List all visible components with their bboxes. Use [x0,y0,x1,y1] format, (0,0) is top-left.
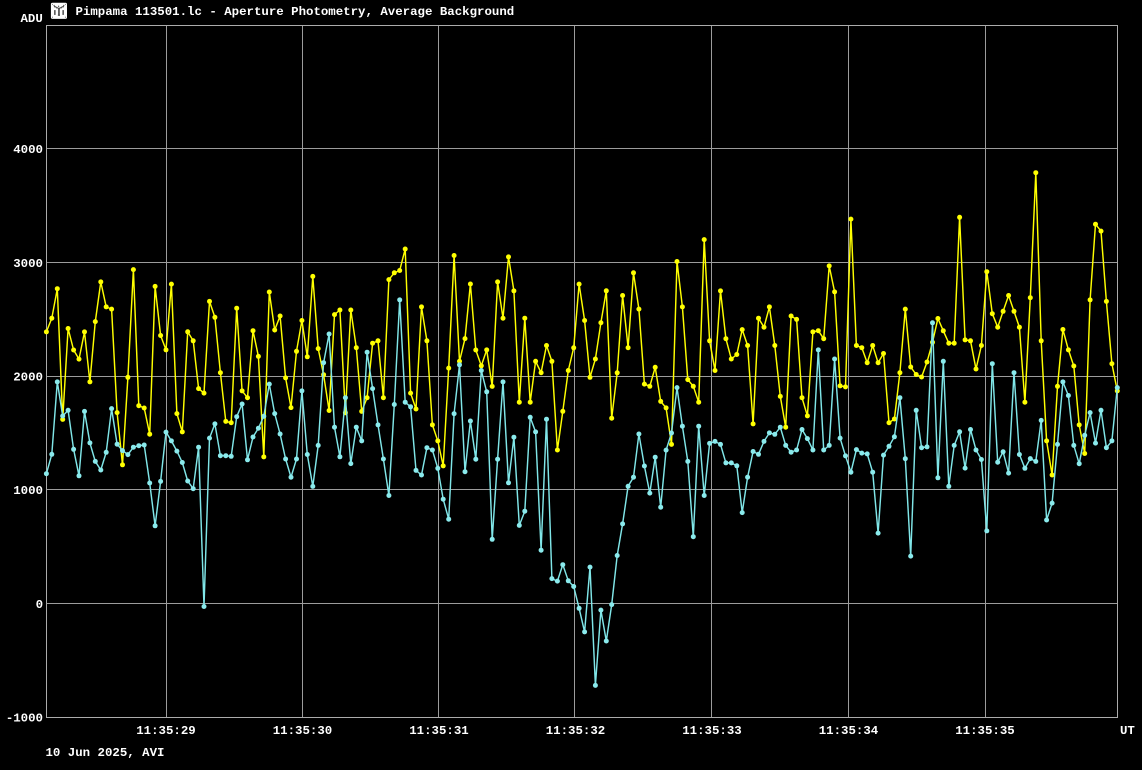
svg-text:10 Jun 2025, AVI: 10 Jun 2025, AVI [46,746,165,760]
svg-text:11:35:31: 11:35:31 [409,724,469,738]
svg-text:1000: 1000 [13,484,43,498]
svg-text:11:35:32: 11:35:32 [546,724,606,738]
svg-text:11:35:35: 11:35:35 [955,724,1015,738]
svg-text:11:35:33: 11:35:33 [682,724,742,738]
svg-text:0: 0 [36,598,43,612]
svg-text:ADU: ADU [21,12,43,26]
svg-text:UT: UT [1120,724,1135,738]
svg-text:4000: 4000 [13,143,43,157]
svg-text:-1000: -1000 [6,712,43,726]
svg-text:11:35:30: 11:35:30 [273,724,333,738]
svg-text:3000: 3000 [13,257,43,271]
svg-text:2000: 2000 [13,371,43,385]
svg-text:11:35:34: 11:35:34 [819,724,879,738]
svg-text:11:35:29: 11:35:29 [136,724,196,738]
svg-text:Pimpama 113501.lc - Aperture P: Pimpama 113501.lc - Aperture Photometry,… [76,5,515,19]
